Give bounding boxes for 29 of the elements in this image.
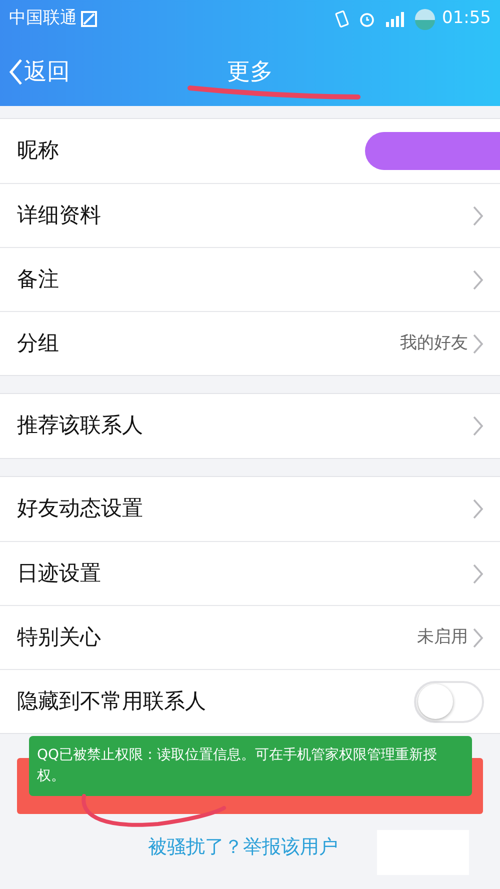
carrier-label: 中国联通	[9, 7, 77, 30]
chevron-icon	[472, 562, 484, 584]
chevron-icon	[472, 332, 484, 354]
toggle-switch[interactable]	[414, 680, 484, 722]
alarm-icon	[358, 10, 376, 28]
vibrate-icon	[334, 10, 350, 28]
globe-icon	[414, 8, 436, 30]
row-label: 特别关心	[17, 624, 102, 651]
row-label: 昵称	[17, 137, 60, 164]
row-label: 分组	[17, 330, 60, 357]
chevron-icon	[472, 268, 484, 290]
page-title: 更多	[227, 58, 273, 87]
row-value: 未启用	[417, 626, 468, 649]
row-label: 推荐该联系人	[17, 412, 144, 440]
image-icon	[80, 10, 98, 28]
row-label: 好友动态设置	[17, 495, 144, 522]
chevron-icon	[472, 626, 484, 648]
row-label: 日迹设置	[17, 560, 102, 587]
row-value: 我的好友	[400, 332, 468, 355]
chevron-icon	[472, 415, 484, 437]
signal-icon	[384, 10, 404, 28]
row-label: 隐藏到不常用联系人	[17, 688, 207, 715]
chevron-left-icon	[8, 58, 24, 86]
chevron-icon	[472, 204, 484, 226]
permission-toast: QQ已被禁止权限：读取位置信息。可在手机管家权限管理重新授权。	[29, 736, 472, 796]
row-label: 详细资料	[17, 202, 102, 229]
clock-time: 01:55	[442, 7, 491, 30]
row-label: 备注	[17, 266, 60, 293]
chevron-icon	[472, 498, 484, 520]
